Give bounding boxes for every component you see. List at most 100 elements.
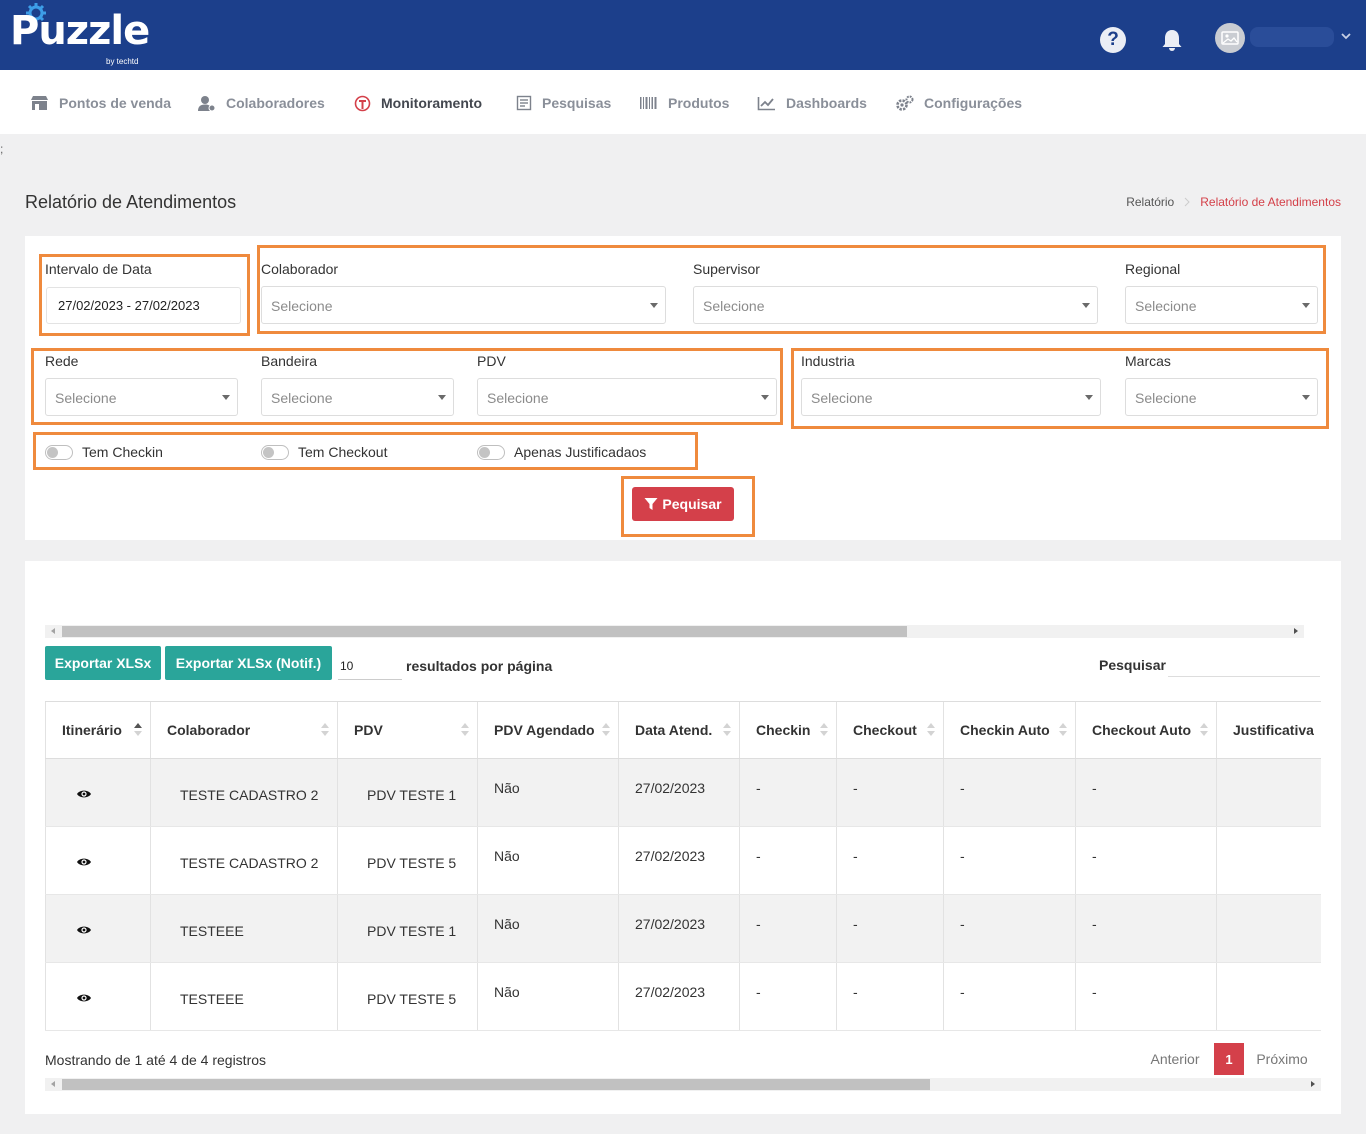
toggle-switch[interactable] xyxy=(261,444,289,460)
export-xlsx-notif-button[interactable]: Exportar XLSx (Notif.) xyxy=(165,646,332,680)
cell-text: TESTE CADASTRO 2 xyxy=(180,855,319,871)
col-header-checkout-auto[interactable]: Checkout Auto xyxy=(1075,701,1217,759)
colaborador-select[interactable]: Selecione xyxy=(261,286,666,324)
pagination-previous[interactable]: Anterior xyxy=(1140,1043,1210,1075)
cell-text: 27/02/2023 xyxy=(635,984,706,1000)
toggle-switch[interactable] xyxy=(45,444,73,460)
date-range-input[interactable]: 27/02/2023 - 27/02/2023 xyxy=(46,287,241,324)
eye-icon[interactable] xyxy=(76,924,92,936)
nav-item-configuracoes[interactable]: Configurações xyxy=(895,94,1022,112)
sort-icon xyxy=(927,723,935,737)
table-info: Mostrando de 1 até 4 de 4 registros xyxy=(45,1052,267,1068)
column-title: Itinerário xyxy=(62,722,122,738)
eye-icon[interactable] xyxy=(76,788,92,800)
supervisor-label: Supervisor xyxy=(693,261,760,277)
cell-text: - xyxy=(960,984,965,1000)
col-header-checkin[interactable]: Checkin xyxy=(739,701,837,759)
chart-line-icon xyxy=(757,96,775,110)
toggle-tem-checkout[interactable]: Tem Checkout xyxy=(261,444,387,460)
cell-text: 27/02/2023 xyxy=(635,916,706,932)
user-avatar[interactable] xyxy=(1215,23,1245,53)
scroll-right-arrow-icon[interactable] xyxy=(1294,628,1298,634)
search-button[interactable]: Pequisar xyxy=(632,487,734,521)
col-header-checkout[interactable]: Checkout xyxy=(836,701,944,759)
page-length-select[interactable]: 10 xyxy=(338,653,402,680)
bandeira-select[interactable]: Selecione xyxy=(261,378,454,416)
cell-text: Não xyxy=(494,916,520,932)
nav-item-monitoramento[interactable]: Monitoramento xyxy=(354,94,482,112)
nav-item-pontos-de-venda[interactable]: Pontos de venda xyxy=(30,94,171,112)
help-icon[interactable]: ? xyxy=(1100,27,1126,53)
cell-itinerario[interactable] xyxy=(45,894,151,963)
eye-icon[interactable] xyxy=(76,856,92,868)
industria-select[interactable]: Selecione xyxy=(801,378,1101,416)
cell-itinerario[interactable] xyxy=(45,962,151,1031)
scrollbar-thumb[interactable] xyxy=(62,626,907,637)
scrollbar-thumb[interactable] xyxy=(62,1079,930,1090)
select-placeholder: Selecione xyxy=(487,390,549,406)
col-header-pdv-agendado[interactable]: PDV Agendado xyxy=(477,701,619,759)
cell-pdv: PDV TESTE 5 xyxy=(337,826,478,895)
table-search-input[interactable] xyxy=(1168,653,1320,677)
select-placeholder: Selecione xyxy=(1135,390,1197,406)
cell-pdv: PDV TESTE 1 xyxy=(337,758,478,827)
store-icon xyxy=(31,96,48,110)
app-logo[interactable]: Puzzle xyxy=(10,6,150,56)
toggle-switch[interactable] xyxy=(477,444,505,460)
cell-itinerario[interactable] xyxy=(45,758,151,827)
user-name-redacted[interactable] xyxy=(1250,27,1334,47)
nav-item-colaboradores[interactable]: Colaboradores xyxy=(197,94,325,112)
toggle-apenas-justificados[interactable]: Apenas Justificadaos xyxy=(477,444,646,460)
column-title: Colaborador xyxy=(167,722,251,738)
eye-icon[interactable] xyxy=(76,992,92,1004)
nav-item-dashboards[interactable]: Dashboards xyxy=(757,94,867,112)
users-gear-icon xyxy=(198,95,216,111)
col-header-pdv[interactable]: PDV xyxy=(337,701,478,759)
colaborador-label: Colaborador xyxy=(261,261,339,277)
sort-icon xyxy=(134,723,142,737)
export-xlsx-button[interactable]: Exportar XLSx xyxy=(45,646,161,680)
cell-justificativa xyxy=(1216,894,1321,963)
scroll-left-arrow-icon[interactable] xyxy=(51,628,55,634)
select-placeholder: Selecione xyxy=(271,390,333,406)
toggle-label: Tem Checkout xyxy=(298,444,388,460)
pdv-select[interactable]: Selecione xyxy=(477,378,777,416)
cell-text: - xyxy=(756,848,761,864)
pagination-next[interactable]: Próximo xyxy=(1248,1043,1316,1075)
chevron-down-icon[interactable] xyxy=(1340,31,1352,41)
col-header-justificativa[interactable]: Justificativa xyxy=(1216,701,1321,759)
marcas-select[interactable]: Selecione xyxy=(1125,378,1318,416)
bell-icon[interactable] xyxy=(1158,26,1186,54)
cell-itinerario[interactable] xyxy=(45,826,151,895)
nav-label: Monitoramento xyxy=(381,95,483,111)
table-row: TESTEEE PDV TESTE 5 Não 27/02/2023 - - -… xyxy=(45,962,1321,1031)
regional-select[interactable]: Selecione xyxy=(1125,286,1318,324)
cell-text: TESTEEE xyxy=(180,923,244,939)
supervisor-select[interactable]: Selecione xyxy=(693,286,1098,324)
horizontal-scrollbar-top[interactable] xyxy=(45,625,1304,638)
scroll-left-arrow-icon[interactable] xyxy=(51,1081,55,1087)
cell-text: 27/02/2023 xyxy=(635,780,706,796)
scroll-right-arrow-icon[interactable] xyxy=(1311,1081,1315,1087)
search-button-label: Pequisar xyxy=(662,496,722,512)
col-header-colaborador[interactable]: Colaborador xyxy=(150,701,338,759)
cell-text: - xyxy=(853,780,858,796)
sort-icon xyxy=(1200,723,1208,737)
horizontal-scrollbar-bottom[interactable] xyxy=(45,1078,1321,1091)
col-header-data-atend[interactable]: Data Atend. xyxy=(618,701,740,759)
nav-item-produtos[interactable]: Produtos xyxy=(639,94,729,112)
table-row: TESTE CADASTRO 2 PDV TESTE 1 Não 27/02/2… xyxy=(45,758,1321,827)
cell-text: TESTE CADASTRO 2 xyxy=(180,787,319,803)
monitor-pin-icon xyxy=(354,95,371,111)
pagination-page-1[interactable]: 1 xyxy=(1214,1043,1244,1075)
rede-select[interactable]: Selecione xyxy=(45,378,238,416)
table-search-label: Pesquisar xyxy=(1099,657,1166,673)
nav-item-pesquisas[interactable]: Pesquisas xyxy=(516,94,611,112)
col-header-checkin-auto[interactable]: Checkin Auto xyxy=(943,701,1076,759)
cell-checkin-auto: - xyxy=(943,758,1076,827)
toggle-tem-checkin[interactable]: Tem Checkin xyxy=(45,444,163,460)
breadcrumb-item-relatorio[interactable]: Relatório xyxy=(1126,195,1174,209)
col-header-itinerario[interactable]: Itinerário xyxy=(45,701,151,759)
column-title: PDV xyxy=(354,722,383,738)
pdv-label: PDV xyxy=(477,353,506,369)
